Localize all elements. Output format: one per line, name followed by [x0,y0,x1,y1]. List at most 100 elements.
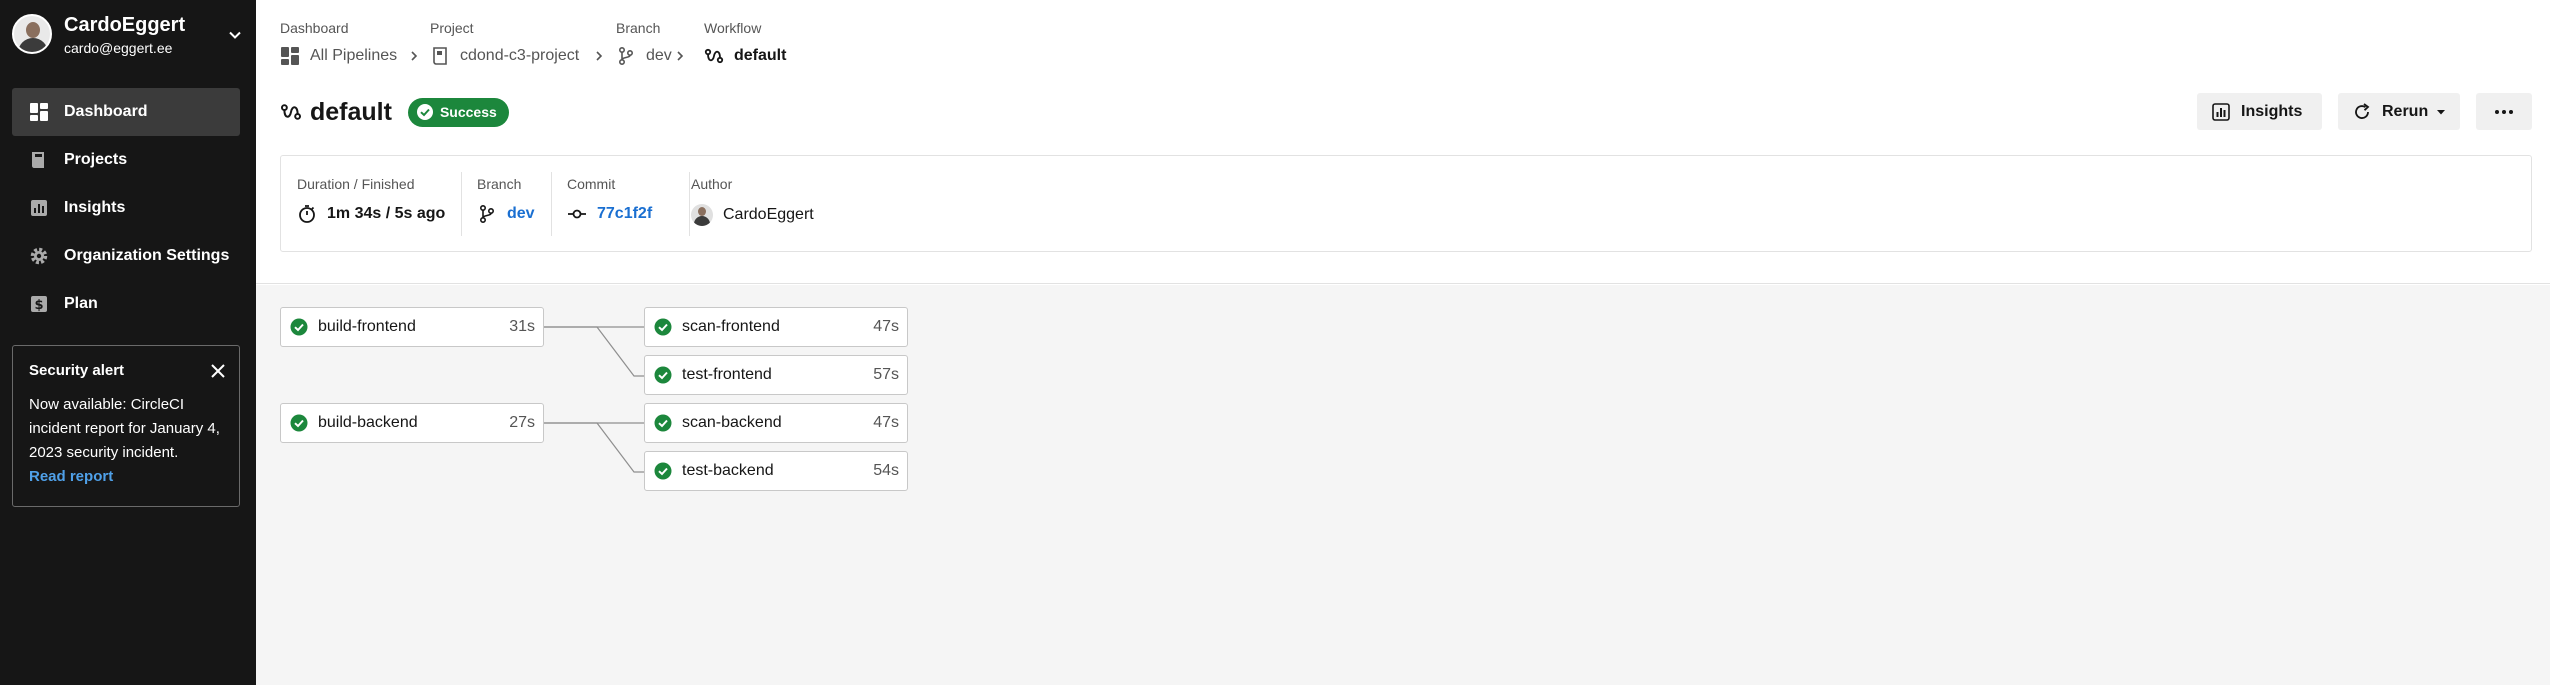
chevron-right-icon [596,51,603,61]
workflow-header: Dashboard All Pipelines Project cdond-c3… [256,0,2550,284]
sidebar: CardoEggert cardo@eggert.ee Dashboard Pr… [0,0,256,685]
main-content: Dashboard All Pipelines Project cdond-c3… [256,0,2550,685]
dollar-icon: $ [31,296,47,313]
insights-button[interactable]: Insights [2197,93,2322,130]
sidebar-item-plan[interactable]: $ Plan [12,280,240,328]
info-divider [689,172,690,236]
job-test-backend[interactable]: test-backend 54s [644,451,908,491]
sidebar-item-label: Plan [64,295,98,312]
more-horizontal-icon [2495,109,2513,114]
author-value: CardoEggert [723,206,814,223]
check-circle-icon [654,318,672,336]
crumb-project[interactable]: cdond-c3-project [430,44,579,68]
check-circle-icon [290,318,308,336]
check-circle-icon [290,414,308,432]
job-duration: 27s [509,414,535,431]
job-scan-frontend[interactable]: scan-frontend 47s [644,307,908,347]
job-test-frontend[interactable]: test-frontend 57s [644,355,908,395]
info-divider [461,172,462,236]
crumb-label-branch: Branch [616,20,661,36]
close-icon[interactable] [209,362,227,380]
crumb-label-dashboard: Dashboard [280,20,349,36]
stopwatch-icon [299,205,315,223]
user-name: CardoEggert [64,14,186,36]
job-duration: 57s [873,366,899,383]
sidebar-item-dashboard[interactable]: Dashboard [12,88,240,136]
job-name: test-frontend [682,366,772,383]
job-name: test-backend [682,462,774,479]
info-label: Author [691,176,733,192]
check-circle-icon [654,462,672,480]
job-build-backend[interactable]: build-backend 27s [280,403,544,443]
crumb-value: default [734,47,787,64]
read-report-link[interactable]: Read report [29,465,223,489]
status-label: Success [439,104,497,120]
sidebar-item-label: Dashboard [64,103,148,120]
rerun-button[interactable]: Rerun [2338,93,2460,130]
dashboard-icon [281,47,299,65]
check-circle-icon [654,414,672,432]
book-icon [433,47,447,65]
job-scan-backend[interactable]: scan-backend 47s [644,403,908,443]
more-options-button[interactable] [2476,93,2532,130]
workflow-title-row: default Success [280,96,509,128]
status-badge: Success [407,97,509,127]
job-name: scan-frontend [682,318,780,335]
job-duration: 47s [873,414,899,431]
job-duration: 54s [873,462,899,479]
alert-title: Security alert [29,362,125,379]
check-circle-icon [654,366,672,384]
gear-icon [30,247,48,265]
info-divider [551,172,552,236]
workflow-icon [704,48,724,64]
chevron-right-icon [411,51,418,61]
sidebar-item-projects[interactable]: Projects [12,136,240,184]
sidebar-nav: Dashboard Projects Insights Organization… [12,88,240,328]
branch-link[interactable]: dev [507,205,535,223]
info-value: CardoEggert [691,204,814,226]
sidebar-item-label: Projects [64,151,128,168]
chevron-down-icon[interactable] [226,26,244,44]
book-icon [32,152,44,168]
avatar [12,14,52,54]
duration-value: 1m 34s / 5s ago [327,205,446,222]
job-duration: 31s [509,318,535,335]
rerun-label: Rerun [2382,102,2429,120]
bar-chart-icon [2212,102,2230,121]
crumb-value: dev [646,47,672,64]
crumb-label-project: Project [430,20,474,36]
crumb-workflow[interactable]: default [704,44,786,68]
branch-icon [618,46,634,66]
job-name: build-backend [318,414,418,431]
info-value: 1m 34s / 5s ago [297,204,445,224]
workflow-graph: build-frontend 31s build-backend 27s sca… [256,285,2550,685]
sidebar-item-insights[interactable]: Insights [12,184,240,232]
crumb-label-workflow: Workflow [704,20,762,36]
user-menu[interactable]: CardoEggert cardo@eggert.ee [12,12,244,56]
crumb-all-pipelines[interactable]: All Pipelines [280,44,397,68]
commit-icon [568,209,586,219]
crumb-value: All Pipelines [310,47,398,64]
job-name: build-frontend [318,318,416,335]
info-value: dev [477,204,535,224]
job-duration: 47s [873,318,899,335]
insights-label: Insights [2241,102,2303,120]
sidebar-item-label: Insights [64,199,126,216]
alert-text: Now available: CircleCI incident report … [29,396,220,461]
caret-down-icon [2437,109,2446,114]
job-build-frontend[interactable]: build-frontend 31s [280,307,544,347]
commit-link[interactable]: 77c1f2f [597,205,652,223]
info-label: Commit [567,176,616,192]
refresh-icon [2355,102,2370,119]
security-alert: Security alert Now available: CircleCI i… [12,345,240,507]
info-label: Branch [477,176,522,192]
workflow-icon [280,104,302,120]
user-email: cardo@eggert.ee [64,40,173,56]
job-dependency-edges [544,326,644,473]
dashboard-icon [30,103,48,121]
info-label: Duration / Finished [297,176,415,192]
svg-text:$: $ [34,298,43,313]
crumb-branch[interactable]: dev [616,44,672,68]
sidebar-item-organization-settings[interactable]: Organization Settings [12,232,240,280]
branch-icon [479,204,495,224]
